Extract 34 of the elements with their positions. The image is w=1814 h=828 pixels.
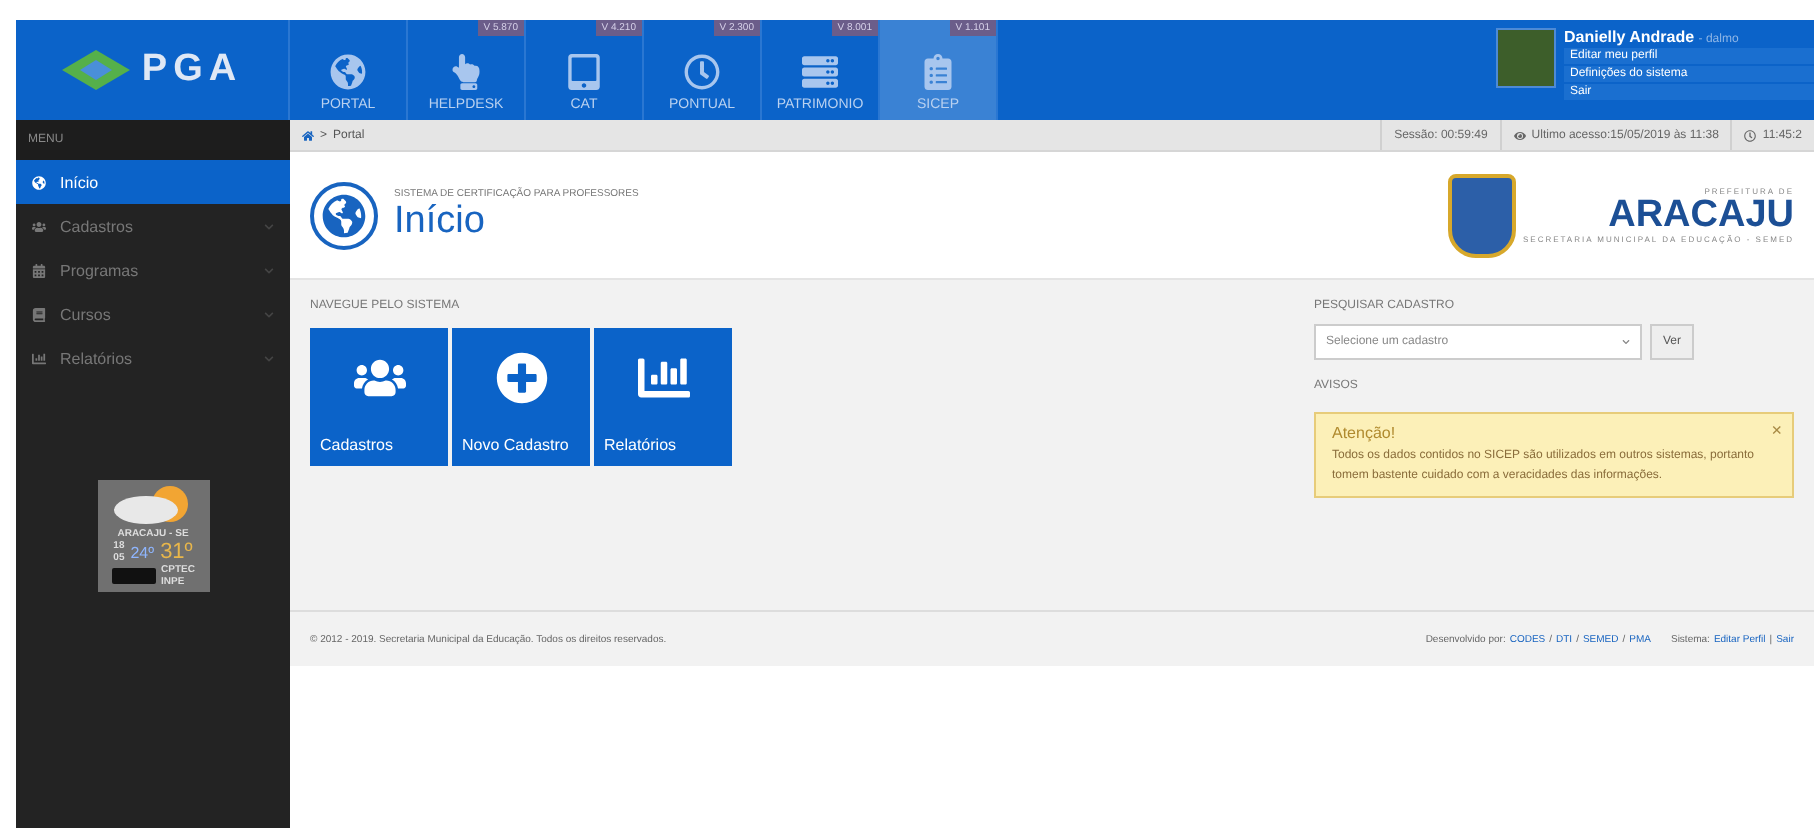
logo-text: PGA	[141, 48, 243, 92]
nav-tile[interactable]: Relatórios	[594, 328, 732, 466]
cabinet-icon	[802, 54, 838, 90]
sidebar-item[interactable]: Início	[16, 160, 290, 204]
eye-icon	[1513, 129, 1526, 141]
globe-icon	[32, 175, 46, 189]
caret-icon	[1622, 338, 1630, 346]
alert-heading: Atenção!	[1332, 424, 1398, 442]
calendar-icon	[32, 263, 46, 277]
globe-icon	[330, 54, 366, 90]
sidebar-item[interactable]: Cursos	[16, 292, 290, 336]
clock-icon	[1744, 129, 1757, 141]
home-icon[interactable]	[302, 129, 314, 141]
brand-name: ARACAJU	[1608, 196, 1794, 234]
min-temperature: 24º	[130, 543, 155, 561]
close-icon[interactable]: ×	[1771, 420, 1782, 440]
page-title: Início	[394, 199, 487, 243]
tablet-icon	[566, 54, 602, 90]
photo-placeholder	[1496, 28, 1556, 88]
chart-icon	[32, 351, 46, 365]
sidebar-item[interactable]: Cadastros	[16, 204, 290, 248]
users-icon	[32, 219, 46, 233]
sidebar-item[interactable]: Relatórios	[16, 336, 290, 380]
book-icon	[32, 307, 46, 321]
max-temperature: 31º	[160, 540, 193, 564]
page-icon	[310, 181, 378, 249]
hand-pointer-icon	[448, 54, 484, 90]
clock-icon	[684, 54, 720, 90]
crest-icon	[1447, 173, 1515, 257]
checklist-icon	[920, 54, 956, 90]
diamond-logo-icon	[61, 50, 130, 90]
nav-tile[interactable]: Novo Cadastro	[452, 328, 590, 466]
sidebar-item[interactable]: Programas	[16, 248, 290, 292]
nav-tile[interactable]: Cadastros	[310, 328, 448, 466]
